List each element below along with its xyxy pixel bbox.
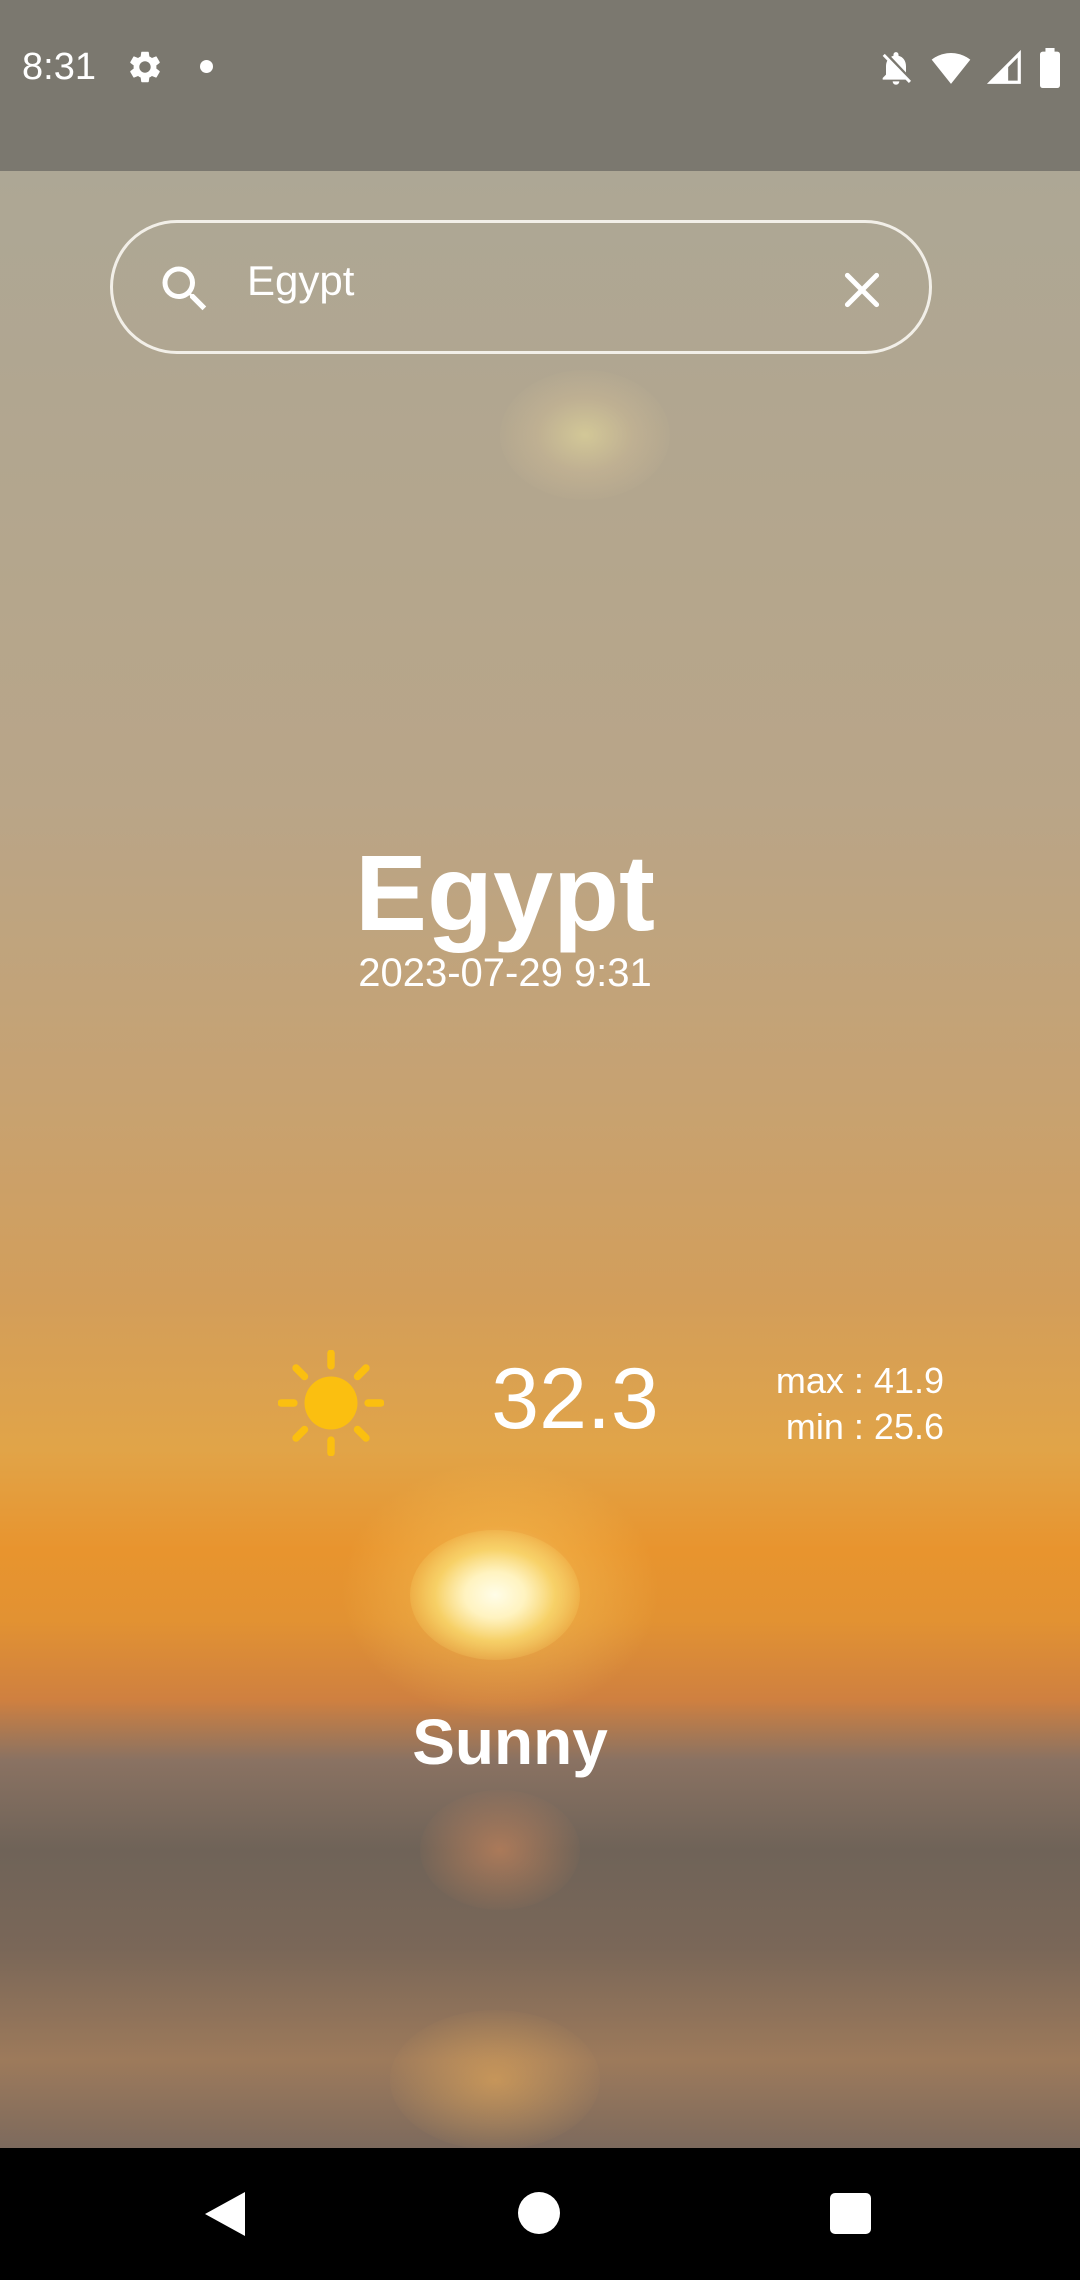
status-bar: 8:31 bbox=[0, 0, 1080, 171]
back-icon[interactable] bbox=[203, 2190, 247, 2238]
weather-screen: 8:31 Egypt Egypt 2023-07-29 9:31 32.3 ma… bbox=[0, 0, 1080, 2280]
weather-condition: Sunny bbox=[412, 1706, 608, 1778]
search-bar[interactable]: Egypt bbox=[110, 220, 932, 354]
background-sun-reflection-lower bbox=[390, 2010, 600, 2150]
background-sun bbox=[410, 1530, 580, 1660]
min-temperature: min : 25.6 bbox=[785, 1406, 944, 1447]
max-temperature: max : 41.9 bbox=[775, 1360, 944, 1401]
home-icon[interactable] bbox=[518, 2192, 560, 2234]
search-icon[interactable] bbox=[155, 259, 215, 319]
close-icon[interactable] bbox=[837, 265, 887, 315]
local-datetime: 2023-07-29 9:31 bbox=[358, 951, 652, 995]
battery-icon bbox=[1040, 48, 1060, 88]
navigation-bar bbox=[0, 2148, 1080, 2280]
current-temperature: 32.3 bbox=[491, 1351, 659, 1447]
status-time: 8:31 bbox=[22, 46, 96, 88]
search-input[interactable]: Egypt bbox=[247, 257, 354, 305]
city-name: Egypt bbox=[354, 832, 655, 953]
cellular-signal-icon bbox=[986, 49, 1021, 84]
notification-dot bbox=[200, 60, 213, 73]
background-light-glow bbox=[500, 370, 670, 500]
temperature-range: max : 41.9 min : 25.6 bbox=[710, 1358, 944, 1450]
recents-icon[interactable] bbox=[830, 2193, 871, 2234]
sun-icon bbox=[278, 1350, 384, 1456]
wifi-icon bbox=[931, 53, 971, 84]
notifications-off-icon bbox=[882, 52, 911, 85]
status-icons bbox=[876, 48, 1062, 88]
settings-icon bbox=[130, 51, 160, 83]
background-sun-reflection bbox=[420, 1790, 580, 1910]
